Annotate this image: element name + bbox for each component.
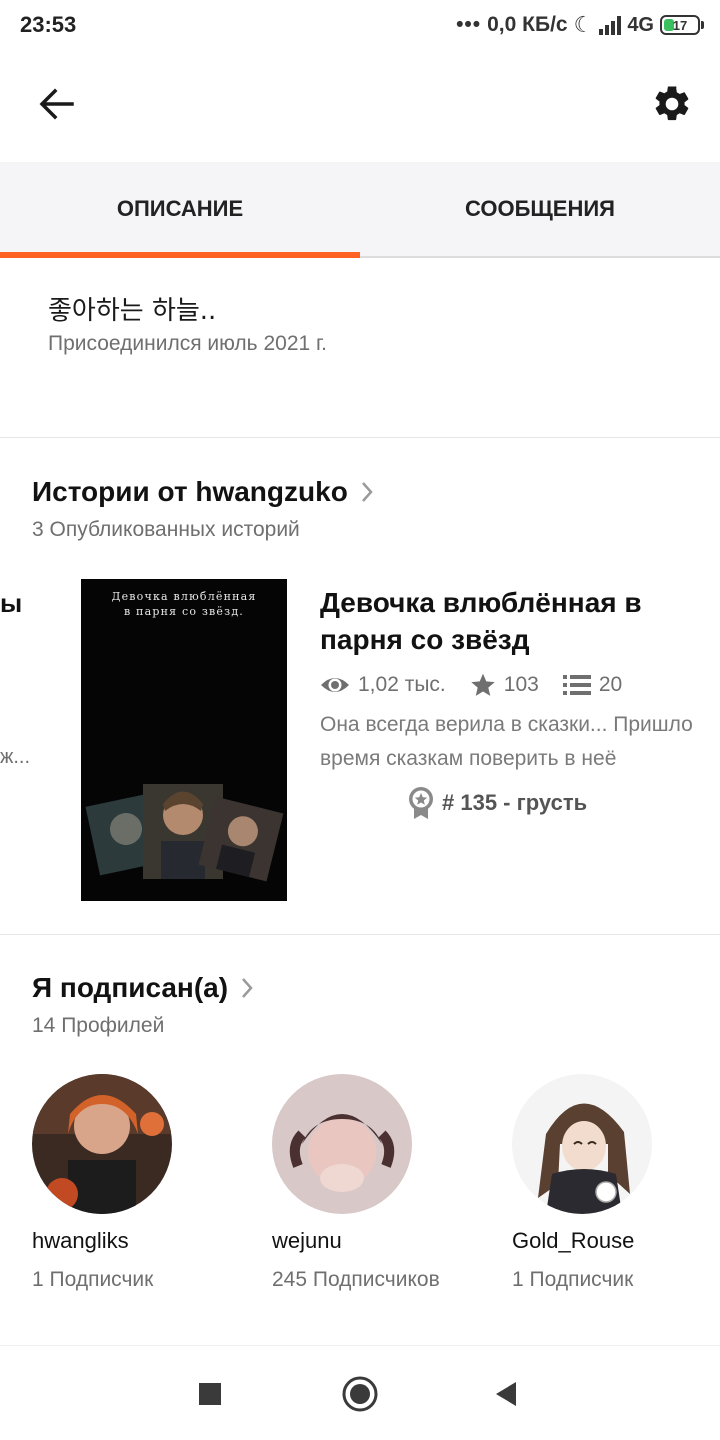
- status-indicators: ••• 0,0 КБ/с ☾ 4G 17: [456, 12, 704, 38]
- avatar[interactable]: [272, 1074, 412, 1214]
- profile-name[interactable]: hwangliks: [32, 1228, 232, 1254]
- profile-card[interactable]: wejunu 245 Подписчиков: [272, 1074, 472, 1294]
- gear-icon: [655, 86, 689, 121]
- profile-card[interactable]: hwangliks 1 Подписчик: [32, 1074, 232, 1294]
- moon-icon: ☾: [573, 12, 594, 37]
- tab-messages[interactable]: СООБЩЕНИЯ: [360, 162, 720, 256]
- badge-icon: [409, 787, 433, 819]
- parts-count: 20: [598, 673, 623, 696]
- list-icon: [562, 675, 591, 695]
- back-triangle-icon: [496, 1382, 516, 1406]
- status-time: 23:53: [20, 12, 77, 37]
- reads-stat: 1,02 тыс.: [320, 673, 446, 697]
- previous-story-text-fragment: ж...: [0, 746, 31, 768]
- notification-dots: •••: [456, 13, 482, 36]
- network-speed: 0,0 КБ/с: [487, 13, 568, 36]
- battery-level: 17: [672, 17, 688, 33]
- story-stats: 1,02 тыс. 103 20: [320, 672, 700, 698]
- story-rank[interactable]: # 135 - грусть: [408, 786, 700, 820]
- battery-icon: 17: [660, 15, 704, 35]
- cover-photo-collage: [85, 784, 284, 882]
- stop-icon: [199, 1383, 221, 1405]
- home-button[interactable]: [340, 1374, 380, 1414]
- story-title[interactable]: Девочка влюблённая в парня со звёзд: [320, 584, 700, 658]
- profile-followers: 245 Подписчиков: [272, 1268, 440, 1291]
- story-blurb: Она всегда верила в сказки... Пришло вре…: [320, 713, 693, 770]
- previous-story-title-fragment[interactable]: ы: [0, 588, 22, 619]
- tab-bar: ОПИСАНИЕ СООБЩЕНИЯ: [0, 162, 720, 258]
- profile-name[interactable]: Gold_Rouse: [512, 1228, 712, 1254]
- rank-label: # 135 - грусть: [442, 790, 588, 815]
- settings-button[interactable]: [646, 78, 698, 130]
- following-header[interactable]: Я подписан(а): [32, 972, 254, 1004]
- following-title: Я подписан(а): [32, 972, 229, 1003]
- profile-name[interactable]: wejunu: [272, 1228, 472, 1254]
- nav-back-button[interactable]: [486, 1374, 526, 1414]
- chevron-right-icon: [242, 978, 253, 998]
- avatar[interactable]: [512, 1074, 652, 1214]
- section-divider: [0, 934, 720, 935]
- avatar[interactable]: [32, 1074, 172, 1214]
- following-count: 14 Профилей: [32, 1014, 165, 1037]
- stories-header[interactable]: Истории от hwangzuko: [32, 476, 374, 508]
- chevron-right-icon: [361, 482, 373, 502]
- profile-description: 좋아하는 하늘..: [48, 296, 217, 326]
- story-info: Девочка влюблённая в парня со звёзд 1,02…: [320, 584, 700, 820]
- profile-card[interactable]: Gold_Rouse 1 Подписчик: [512, 1074, 712, 1294]
- star-icon: [471, 673, 495, 696]
- parts-stat: 20: [562, 673, 623, 697]
- votes-stat: 103: [470, 672, 539, 698]
- home-icon: [342, 1376, 378, 1412]
- back-button[interactable]: [30, 78, 82, 130]
- tab-description[interactable]: ОПИСАНИЕ: [0, 162, 360, 258]
- story-cover[interactable]: Девочка влюблённая в парня со звёзд.: [81, 579, 287, 901]
- network-type: 4G: [627, 13, 654, 36]
- eye-icon: [321, 678, 349, 692]
- signal-icon: [599, 15, 622, 35]
- stories-count: 3 Опубликованных историй: [32, 518, 300, 541]
- reads-count: 1,02 тыс.: [358, 673, 446, 696]
- profile-followers: 1 Подписчик: [512, 1268, 634, 1291]
- votes-count: 103: [503, 673, 539, 696]
- back-arrow-icon: [39, 88, 74, 120]
- profile-followers: 1 Подписчик: [32, 1268, 154, 1291]
- status-bar: 23:53 ••• 0,0 КБ/с ☾ 4G 17: [0, 0, 720, 52]
- app-bar: [0, 52, 720, 162]
- joined-date: Присоединился июль 2021 г.: [48, 332, 327, 355]
- stories-title: Истории от hwangzuko: [32, 476, 348, 507]
- system-nav-bar: [0, 1345, 720, 1440]
- recents-button[interactable]: [190, 1374, 230, 1414]
- about-section: 좋아하는 하늘.. Присоединился июль 2021 г.: [0, 258, 720, 438]
